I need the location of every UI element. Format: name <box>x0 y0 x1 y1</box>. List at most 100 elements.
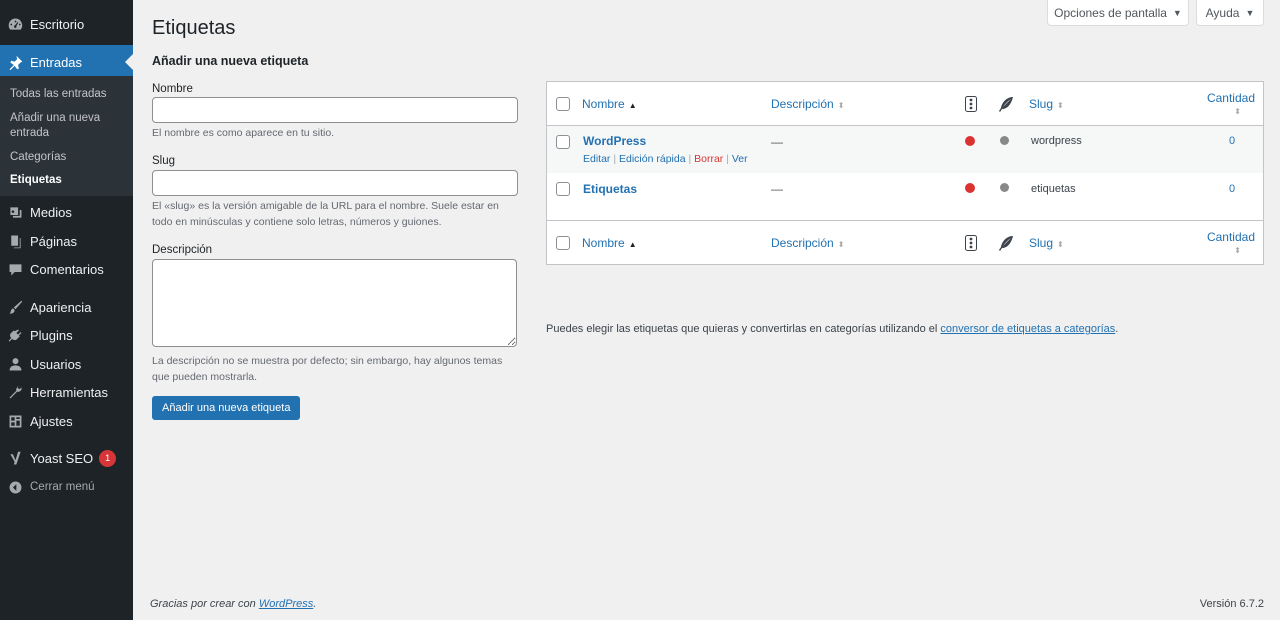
menu-settings[interactable]: Ajustes <box>0 404 133 438</box>
column-slug-label: Slug <box>1029 236 1054 250</box>
column-name-label: Nombre <box>582 236 625 250</box>
tag-name-link[interactable]: WordPress <box>583 134 646 148</box>
page-title: Etiquetas <box>152 17 236 39</box>
seo-score-icon[interactable] <box>963 96 979 112</box>
row-checkbox[interactable] <box>556 135 570 149</box>
footer-thanks-text: Gracias por crear con <box>150 598 259 610</box>
table-row: Etiquetas — etiquetas 0 <box>547 173 1263 220</box>
menu-dashboard-label: Escritorio <box>30 16 85 32</box>
tag-description: — <box>771 182 783 196</box>
description-help: La descripción no se muestra por defecto… <box>152 355 503 383</box>
quick-edit-link[interactable]: Edición rápida <box>619 153 686 165</box>
sort-icon: ⬍ <box>837 101 845 110</box>
collapse-menu-label: Cerrar menú <box>30 481 95 493</box>
column-count[interactable]: Cantidad ⬍ <box>1207 230 1255 258</box>
column-description[interactable]: Descripción ⬍ <box>771 97 844 111</box>
readability-indicator <box>1000 183 1009 192</box>
menu-posts-label: Entradas <box>30 54 83 70</box>
select-all-checkbox[interactable] <box>556 236 570 250</box>
menu-media-label: Medios <box>30 204 72 220</box>
form-heading: Añadir una nueva etiqueta <box>152 54 309 68</box>
admin-sidebar: Escritorio Entradas Todas las entradas A… <box>0 0 133 620</box>
slug-input[interactable] <box>152 170 518 196</box>
wordpress-link[interactable]: WordPress <box>259 598 313 610</box>
menu-comments-label: Comentarios <box>30 261 104 277</box>
edit-link[interactable]: Editar <box>583 153 610 165</box>
row-checkbox[interactable] <box>556 182 570 196</box>
column-count[interactable]: Cantidad ⬍ <box>1207 91 1255 119</box>
converter-note-end: . <box>1115 323 1119 335</box>
column-count-label: Cantidad <box>1206 91 1255 105</box>
tag-slug: wordpress <box>1031 135 1082 147</box>
readability-feather-icon[interactable] <box>998 96 1014 112</box>
screen-options-button[interactable]: Opciones de pantalla ▼ <box>1047 0 1189 26</box>
seo-score-icon[interactable] <box>963 235 979 251</box>
caret-down-icon: ▼ <box>1245 7 1255 18</box>
table-header: Nombre ▲ Descripción ⬍ Slug ⬍ Cantidad ⬍ <box>547 82 1263 126</box>
tag-description: — <box>771 135 783 149</box>
row-actions: Editar | Edición rápida | Borrar | Ver <box>583 153 748 165</box>
screen-options-label: Opciones de pantalla <box>1054 5 1167 20</box>
sort-icon: ⬍ <box>1057 101 1064 110</box>
plugin-icon <box>0 327 30 344</box>
menu-plugins-label: Plugins <box>30 327 73 343</box>
column-description-label: Descripción <box>771 97 834 111</box>
help-button[interactable]: Ayuda ▼ <box>1196 0 1264 26</box>
slug-label: Slug <box>152 155 176 167</box>
sort-icon: ⬍ <box>1057 240 1064 249</box>
footer-thanks-end: . <box>313 598 317 610</box>
column-name[interactable]: Nombre ▲ <box>582 97 637 111</box>
yoast-icon <box>0 450 30 467</box>
settings-icon <box>0 413 30 430</box>
column-slug[interactable]: Slug ⬍ <box>1029 97 1064 111</box>
submenu-add-post[interactable]: Añadir una nueva entrada <box>10 111 125 141</box>
wrench-icon <box>0 384 30 401</box>
tag-slug: etiquetas <box>1031 183 1076 195</box>
converter-link[interactable]: conversor de etiquetas a categorías <box>940 323 1115 335</box>
user-icon <box>0 356 30 373</box>
description-label: Descripción <box>152 244 213 256</box>
menu-dashboard[interactable]: Escritorio <box>0 7 133 41</box>
sort-icon: ⬍ <box>1234 246 1241 255</box>
footer-version: Versión 6.7.2 <box>1199 598 1264 610</box>
name-label: Nombre <box>152 83 193 95</box>
converter-note: Puedes elegir las etiquetas que quieras … <box>546 323 1118 335</box>
submenu-tags[interactable]: Etiquetas <box>10 173 125 188</box>
select-all-checkbox[interactable] <box>556 97 570 111</box>
menu-posts[interactable]: Entradas <box>0 45 133 79</box>
description-textarea[interactable] <box>152 259 517 347</box>
submenu-all-posts[interactable]: Todas las entradas <box>10 87 125 102</box>
caret-down-icon: ▼ <box>1172 7 1182 18</box>
table-row: WordPress Editar | Edición rápida | Borr… <box>547 126 1263 173</box>
column-name[interactable]: Nombre ▲ <box>582 236 637 250</box>
tag-count-link[interactable]: 0 <box>1229 183 1235 195</box>
sort-asc-icon: ▲ <box>628 101 637 110</box>
column-description[interactable]: Descripción ⬍ <box>771 236 844 250</box>
view-link[interactable]: Ver <box>732 153 748 165</box>
menu-comments[interactable]: Comentarios <box>0 252 133 286</box>
submenu-categories[interactable]: Categorías <box>10 150 125 165</box>
pin-icon <box>0 54 30 71</box>
collapse-icon <box>0 479 30 496</box>
menu-pages-label: Páginas <box>30 233 77 249</box>
name-input[interactable] <box>152 97 518 123</box>
readability-feather-icon[interactable] <box>998 235 1014 251</box>
media-icon <box>0 204 30 221</box>
add-tag-button[interactable]: Añadir una nueva etiqueta <box>152 396 301 420</box>
delete-link[interactable]: Borrar <box>694 153 723 165</box>
footer-thanks: Gracias por crear con WordPress. <box>150 598 316 610</box>
tag-count-link[interactable]: 0 <box>1229 135 1235 147</box>
tag-name-link[interactable]: Etiquetas <box>583 182 637 196</box>
seo-score-indicator <box>965 183 975 193</box>
name-help: El nombre es como aparece en tu sitio. <box>152 127 335 139</box>
converter-note-text: Puedes elegir las etiquetas que quieras … <box>546 323 941 335</box>
column-description-label: Descripción <box>771 236 834 250</box>
comment-icon <box>0 261 30 278</box>
column-slug-label: Slug <box>1029 97 1054 111</box>
sort-icon: ⬍ <box>837 240 845 249</box>
column-count-label: Cantidad <box>1206 230 1255 244</box>
column-slug[interactable]: Slug ⬍ <box>1029 236 1064 250</box>
tags-table: Nombre ▲ Descripción ⬍ Slug ⬍ Cantidad ⬍ Wor… <box>546 81 1264 265</box>
collapse-menu-button[interactable]: Cerrar menú <box>0 470 133 504</box>
menu-tools-label: Herramientas <box>30 384 109 400</box>
